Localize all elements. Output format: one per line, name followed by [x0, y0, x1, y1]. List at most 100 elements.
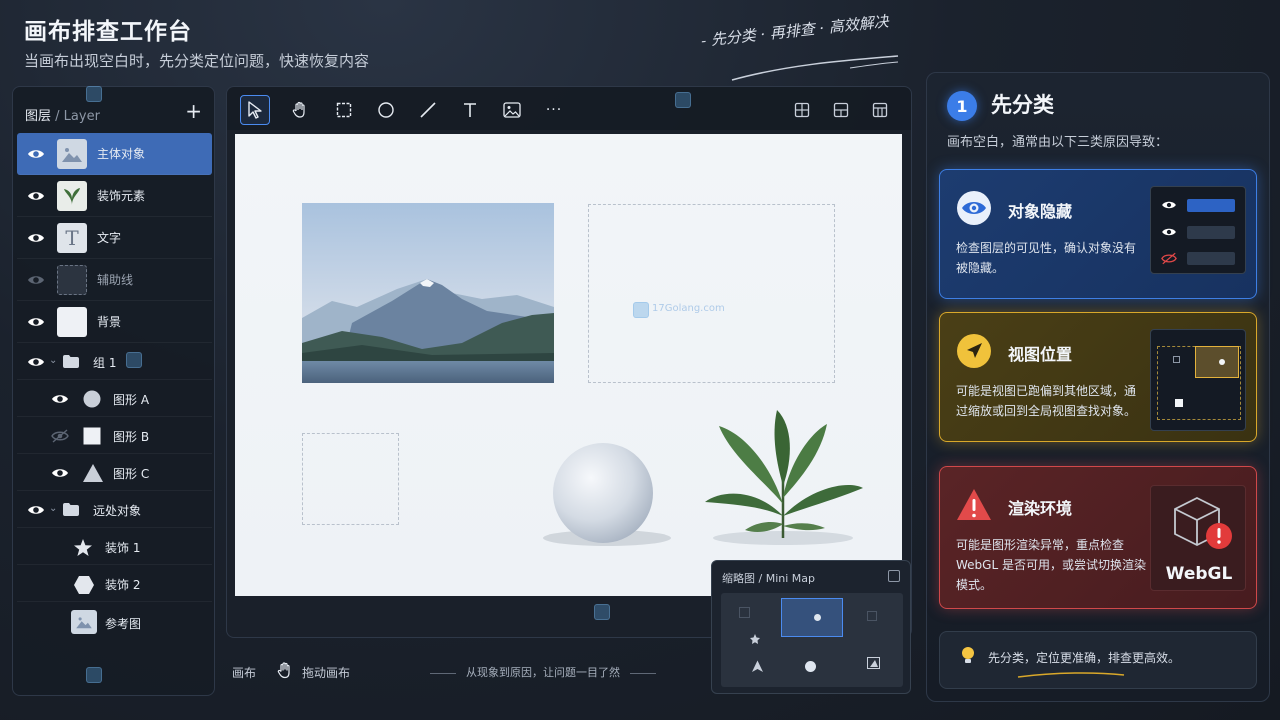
eye-icon[interactable]	[27, 230, 45, 246]
hand-icon	[292, 101, 305, 118]
drag-canvas-label[interactable]: 拖动画布	[302, 664, 350, 681]
layer-label: 装饰元素	[97, 189, 146, 203]
chevron-down-icon[interactable]: ⌄	[49, 355, 57, 366]
line-tool-button[interactable]	[413, 95, 443, 125]
more-tools-button[interactable]: ···	[539, 95, 569, 125]
eye-icon[interactable]	[27, 146, 45, 162]
quad-layout-button[interactable]	[865, 95, 895, 125]
grid-layout-button[interactable]	[787, 95, 817, 125]
tip-text: 先分类，定位更准确，排查更高效。	[988, 651, 1181, 665]
layer-label: 图形 A	[113, 393, 150, 407]
star-shape-icon	[74, 539, 92, 556]
eye-hidden-icon[interactable]	[27, 272, 45, 288]
world-item	[1173, 356, 1180, 363]
layer-label: 装饰 2	[105, 578, 141, 592]
grid-icon	[794, 102, 810, 118]
layer-label: 主体对象	[97, 147, 146, 161]
layer-row-reference[interactable]: 参考图	[17, 602, 212, 644]
layer-row-group-1[interactable]: ⌄ 组 1	[17, 343, 212, 380]
folder-icon	[63, 503, 79, 516]
eye-icon[interactable]	[27, 188, 45, 204]
select-tool-button[interactable]	[240, 95, 270, 125]
layers-panel: 图层 / Layer + 主体对象 装饰元素 T 文字 辅助线 背景 ⌄ 组 1…	[12, 86, 215, 696]
image-icon	[57, 139, 87, 169]
layer-row-main-object[interactable]: 主体对象	[17, 133, 212, 175]
cause-card-view-position[interactable]: 视图位置 可能是视图已跑偏到其他区域，通过缩放或回到全局视图查找对象。	[939, 312, 1257, 442]
layer-bar	[1187, 252, 1235, 265]
eye-icon[interactable]	[51, 465, 69, 481]
split-layout-button[interactable]	[826, 95, 856, 125]
layer-row-decor-1[interactable]: 装饰 1	[17, 528, 212, 565]
canvas[interactable]	[235, 134, 902, 596]
layer-row-shape-b[interactable]: 图形 B	[17, 417, 212, 454]
layer-label: 组 1	[93, 356, 117, 370]
layer-label: 背景	[97, 315, 122, 329]
cause-title: 视图位置	[1008, 345, 1073, 364]
minimap-item	[867, 657, 880, 669]
plant-object[interactable]	[701, 406, 867, 546]
watermark-icon	[86, 86, 102, 102]
minimap-toggle-button[interactable]	[888, 570, 900, 582]
eye-icon[interactable]	[27, 314, 45, 330]
layer-row-decor[interactable]: 装饰元素	[17, 175, 212, 217]
text-icon: T	[57, 223, 87, 253]
eye-icon[interactable]	[51, 391, 69, 407]
layer-row-decor-2[interactable]: 装饰 2	[17, 565, 212, 602]
page-title: 画布排查工作台	[24, 19, 192, 45]
layer-label: 辅助线	[97, 273, 134, 287]
minimap-item	[750, 634, 760, 644]
minimap-title: 缩略图 / Mini Map	[722, 572, 815, 585]
webgl-preview: WebGL	[1150, 485, 1246, 591]
layers-title: 图层 / Layer	[25, 105, 100, 124]
cause-card-render-env[interactable]: 渲染环境 可能是图形渲染异常，重点检查 WebGL 是否可用，或尝试切换渲染模式…	[939, 466, 1257, 609]
image-icon	[71, 610, 97, 634]
watermark-icon	[594, 604, 610, 620]
mountain-image[interactable]	[302, 203, 554, 383]
leaf-icon	[57, 181, 87, 211]
sphere-object[interactable]	[531, 434, 671, 554]
layer-label: 图形 B	[113, 430, 150, 444]
layers-header: 图层 / Layer +	[13, 87, 214, 133]
layer-row-guides[interactable]: 辅助线	[17, 259, 212, 301]
layer-label: 远处对象	[93, 504, 142, 518]
hexagon-shape-icon	[74, 576, 94, 594]
layer-bar	[1187, 226, 1235, 239]
eye-icon[interactable]	[27, 354, 45, 370]
eye-hidden-icon[interactable]	[51, 428, 69, 444]
minimap-item	[814, 614, 821, 621]
minimap-body[interactable]	[721, 593, 903, 687]
layer-label: 装饰 1	[105, 541, 141, 555]
image-tool-button[interactable]	[497, 95, 527, 125]
cube-icon	[1174, 496, 1232, 549]
layers-title-cn: 图层	[25, 109, 52, 124]
layer-row-background[interactable]: 背景	[17, 301, 212, 343]
ellipse-tool-button[interactable]	[371, 95, 401, 125]
cause-card-hidden[interactable]: 对象隐藏 检查图层的可见性，确认对象没有被隐藏。	[939, 169, 1257, 299]
square-shape-icon	[83, 427, 101, 445]
minimap-item	[867, 611, 877, 621]
hand-icon[interactable]	[276, 661, 294, 680]
watermark-icon	[633, 302, 649, 318]
folder-icon	[63, 355, 79, 368]
layer-row-far-objects[interactable]: ⌄ 远处对象	[17, 491, 212, 528]
select-icon	[248, 101, 262, 119]
text-tool-button[interactable]	[455, 95, 485, 125]
eye-off-icon	[1161, 252, 1177, 265]
eye-icon	[1162, 228, 1176, 236]
hand-tool-button[interactable]	[285, 95, 315, 125]
chevron-down-icon[interactable]: ⌄	[49, 503, 57, 514]
minimap-viewport[interactable]	[781, 598, 843, 637]
cause-description: 可能是视图已跑偏到其他区域，通过缩放或回到全局视图查找对象。	[956, 384, 1137, 418]
diagnosis-description: 画布空白，通常由以下三类原因导致：	[947, 135, 1169, 150]
toolbar: ···	[226, 86, 912, 130]
layer-label: 参考图	[105, 617, 142, 631]
add-layer-button[interactable]: +	[185, 99, 202, 123]
eye-icon[interactable]	[27, 502, 45, 518]
rectangle-tool-button[interactable]	[329, 95, 359, 125]
cause-title: 对象隐藏	[1008, 202, 1073, 221]
layer-row-shape-a[interactable]: 图形 A	[17, 380, 212, 417]
diagnosis-panel: 1 先分类 画布空白，通常由以下三类原因导致： 对象隐藏 检查图层的可见性，确认…	[926, 72, 1270, 702]
layer-row-text[interactable]: T 文字	[17, 217, 212, 259]
layer-row-shape-c[interactable]: 图形 C	[17, 454, 212, 491]
minimap-item	[752, 660, 763, 672]
